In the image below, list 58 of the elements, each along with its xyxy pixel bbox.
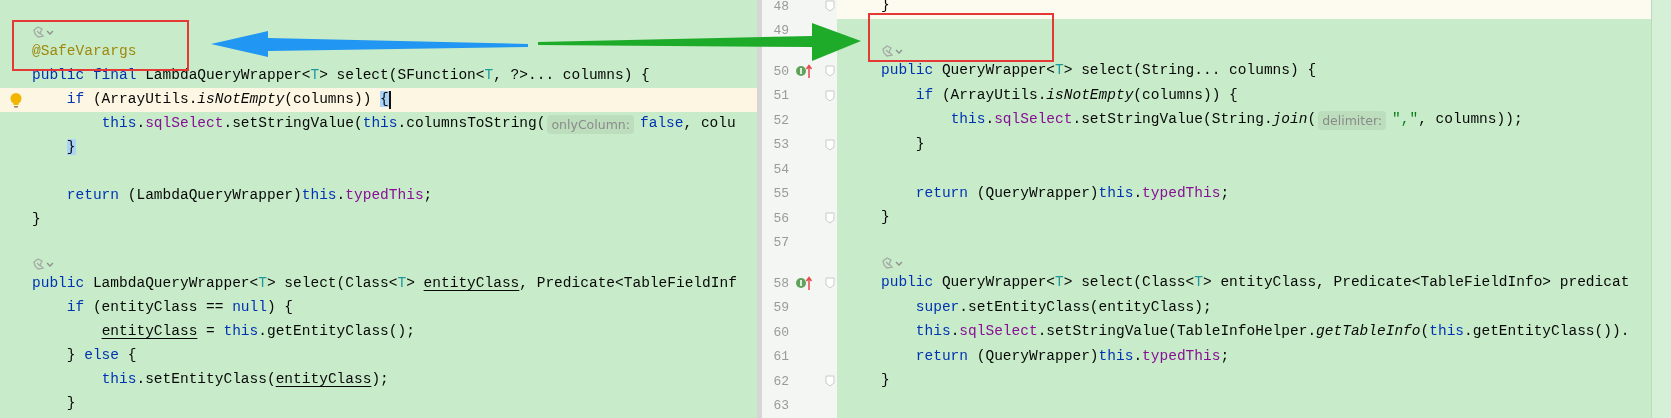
- code-text: public LambdaQueryWrapper<T> select(Class<T> entityClass, Predicate<TableFieldInf: [32, 274, 737, 294]
- code-text: public final LambdaQueryWrapper<T> select(SFunction<T, ?>... columns) {: [32, 66, 650, 86]
- code-text: this.sqlSelect.setStringValue(this.columnsToString(: [100, 114, 546, 134]
- line-number: 52: [772, 111, 789, 130]
- line-number: 63: [772, 397, 789, 415]
- inlay-hint: onlyColumn:: [547, 114, 634, 134]
- lightbulb-icon[interactable]: [9, 92, 23, 108]
- code-text: super.setEntityClass(entityClass);: [914, 297, 1212, 317]
- code-text: false, colu: [640, 114, 736, 134]
- line-number: 51: [772, 87, 789, 105]
- code-text: }: [32, 210, 41, 230]
- line-number: 49: [772, 22, 789, 40]
- code-text: return (LambdaQueryWrapper)this.typedThis;: [65, 186, 433, 206]
- line-number: 57: [772, 234, 789, 252]
- code-text: if (ArrayUtils.isNotEmpty(columns)) {: [914, 85, 1238, 105]
- line-number: 55: [772, 185, 789, 203]
- code-text: entityClass = this.getEntityClass();: [100, 322, 415, 342]
- fold-marker-icon[interactable]: [825, 212, 835, 225]
- hint-icon[interactable]: [881, 44, 903, 58]
- line-number: 50: [772, 62, 789, 81]
- hint-icon[interactable]: [32, 257, 54, 271]
- code-text: }: [65, 394, 76, 414]
- code-text: this.sqlSelect.setStringValue(String.join(: [949, 110, 1317, 130]
- fold-marker-icon[interactable]: [825, 138, 835, 151]
- line-number: 56: [772, 209, 789, 228]
- fold-marker-icon[interactable]: [825, 65, 835, 78]
- code-text: } else {: [65, 346, 137, 366]
- hint-icon[interactable]: [881, 256, 903, 270]
- line-number: 60: [772, 323, 789, 342]
- hint-icon[interactable]: [32, 25, 54, 39]
- fold-marker-icon[interactable]: [825, 375, 835, 388]
- code-text: if (entityClass == null) {: [65, 298, 294, 318]
- code-text: this.sqlSelect.setStringValue(TableInfoHelper.getTableInfo(this.getEntityClass()).: [914, 322, 1630, 342]
- override-icon[interactable]: [795, 275, 813, 292]
- code-text: public QueryWrapper<T> select(Class<T> entityClass, Predicate<TableFieldInfo> predicat: [881, 273, 1630, 293]
- line-number: 53: [772, 136, 789, 154]
- code-text: if (ArrayUtils.isNotEmpty(columns)) {: [65, 90, 389, 110]
- line-number: 59: [772, 299, 789, 317]
- code-text: this.setEntityClass(entityClass);: [100, 370, 389, 390]
- inlay-hint: delimiter:: [1318, 110, 1387, 130]
- fold-marker-icon[interactable]: [825, 0, 835, 13]
- line-number: 58: [772, 274, 789, 293]
- code-text: }: [881, 371, 890, 391]
- code-text: }: [65, 138, 76, 158]
- override-icon[interactable]: [795, 63, 813, 80]
- code-text: ",", columns));: [1392, 110, 1523, 130]
- code-text: return (QueryWrapper)this.typedThis;: [914, 183, 1230, 203]
- code-text: }: [881, 208, 890, 228]
- code-text: @SafeVarargs: [32, 42, 137, 62]
- line-number: 48: [772, 0, 789, 16]
- fold-marker-icon[interactable]: [825, 277, 835, 290]
- line-number: 54: [772, 160, 789, 179]
- line-number: 61: [772, 348, 789, 366]
- code-text: }: [914, 134, 925, 154]
- code-text: return (QueryWrapper)this.typedThis;: [914, 346, 1230, 366]
- line-number: 62: [772, 372, 789, 391]
- fold-marker-icon[interactable]: [825, 89, 835, 102]
- code-text: public QueryWrapper<T> select(String... columns) {: [881, 61, 1317, 81]
